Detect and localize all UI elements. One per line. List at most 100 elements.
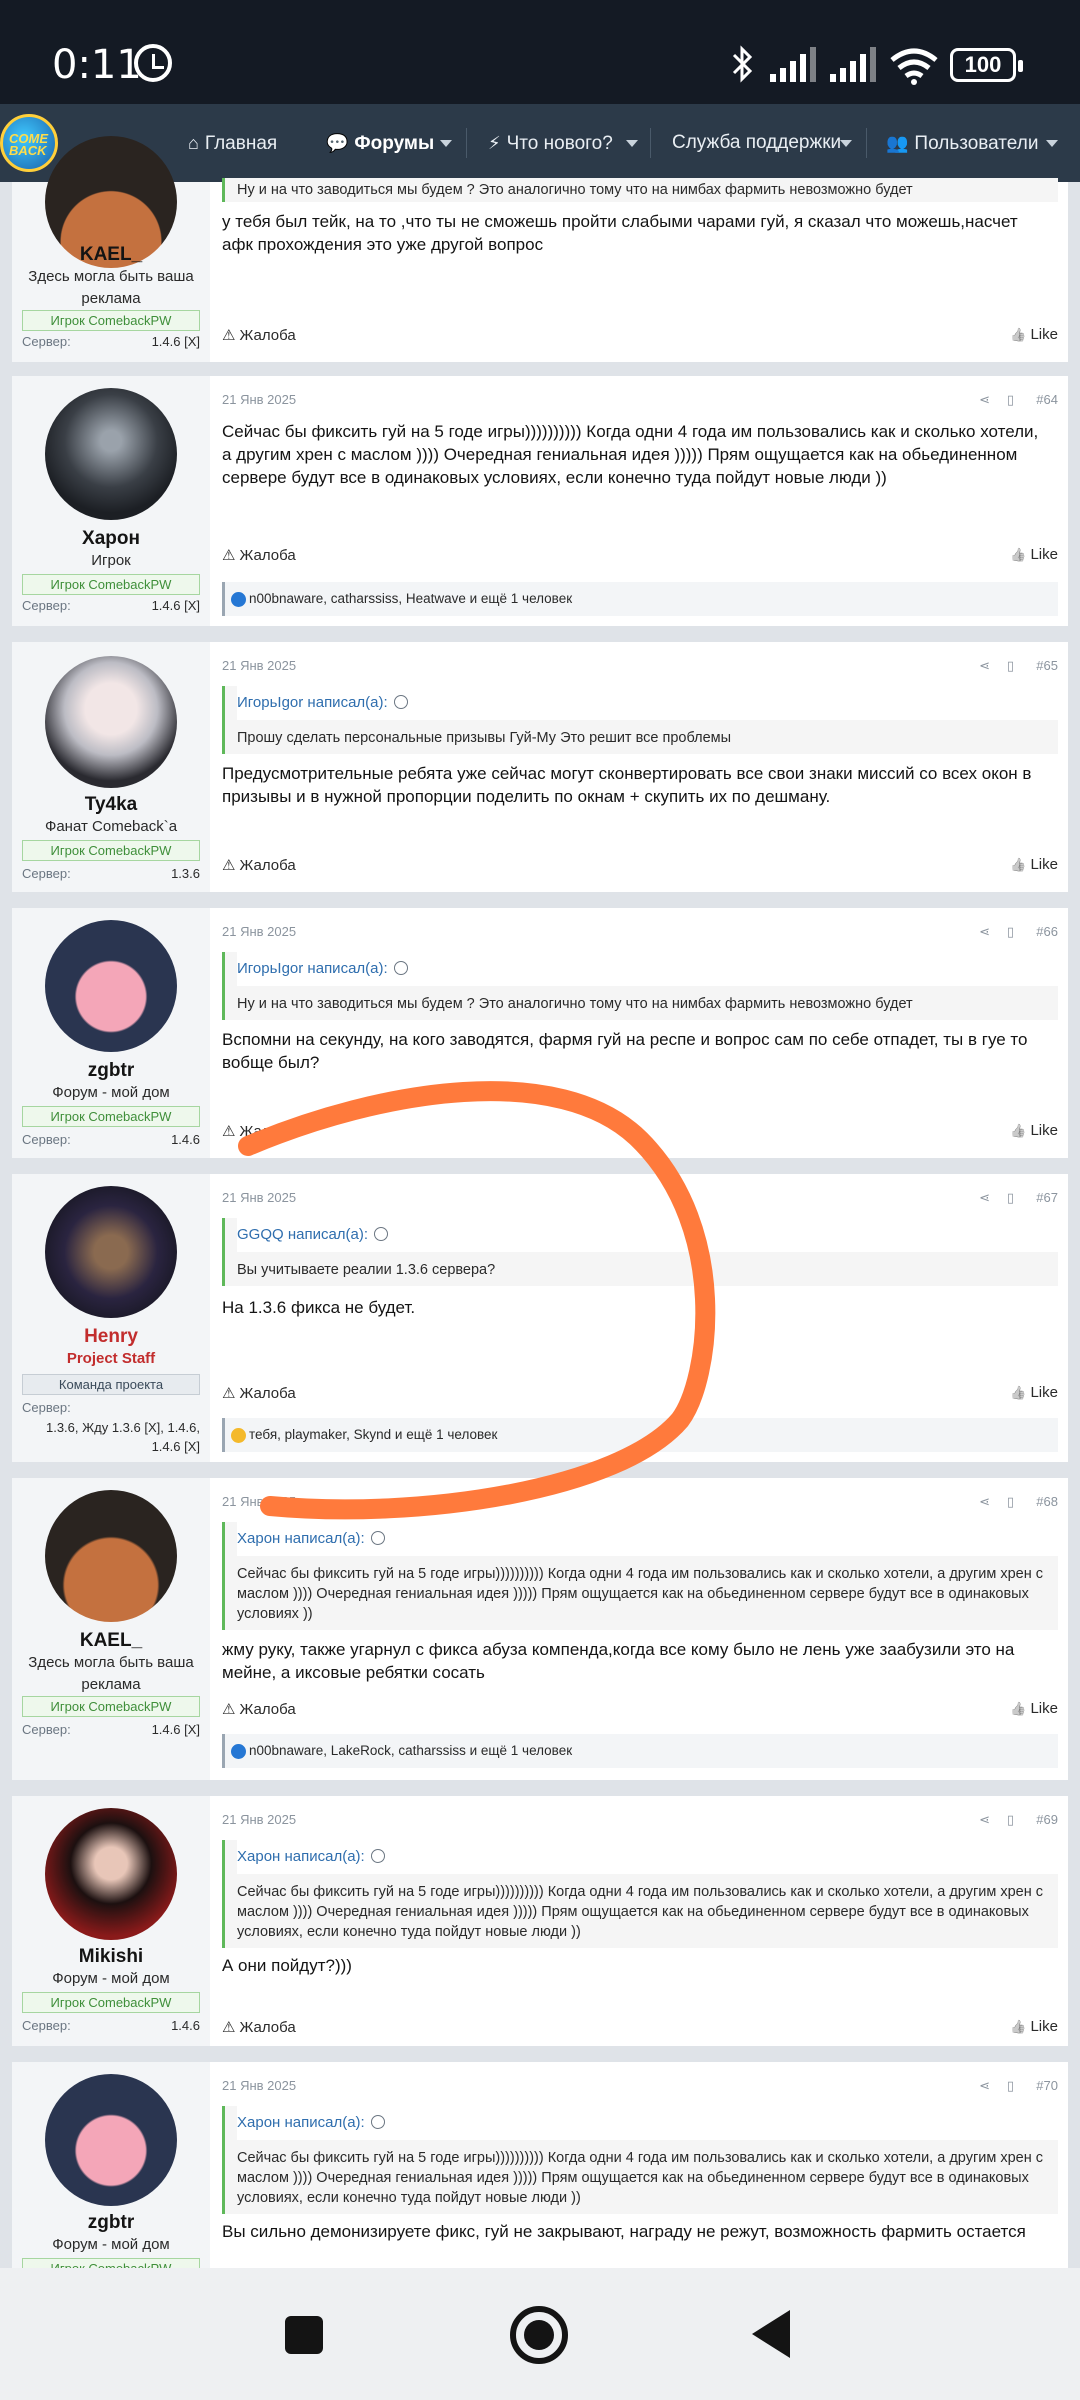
post-number[interactable]: #68 [1036,1494,1058,1509]
post-text: Вы сильно демонизируете фикс, гуй не зак… [222,2222,1026,2241]
reactions-bar[interactable]: n00bnaware, catharssiss, Heatwave и ещё … [222,582,1058,616]
post-date[interactable]: 21 Янв 2025 [222,392,296,407]
bookmark-icon[interactable]: ▯ [1007,1494,1014,1510]
quote-block: ИгорьIgor написал(а): Ну и на что заводи… [222,952,1058,1020]
post-meta: 21 Янв 2025 ⋖ ▯ #68 [222,1494,1058,1514]
share-icon[interactable]: ⋖ [979,924,990,940]
report-link[interactable]: Жалоба [222,326,295,344]
post-date[interactable]: 21 Янв 2025 [222,658,296,673]
post-number[interactable]: #69 [1036,1812,1058,1827]
nav-users[interactable]: 👥 Пользователи [886,104,1038,182]
username[interactable]: zgbtr [12,2212,210,2234]
bookmark-icon[interactable]: ▯ [1007,1812,1014,1828]
username[interactable]: Ty4ka [12,794,210,816]
avatar[interactable] [45,656,177,788]
share-icon[interactable]: ⋖ [979,1494,990,1510]
forum-post: zgbtr Форум - мой дом Игрок ComebackPW 2… [12,2062,1068,2268]
recents-button[interactable] [285,2316,323,2354]
post-actions: Жалоба Like [222,1122,1058,1144]
quote-author[interactable]: Харон написал(а): [237,1840,1058,1874]
bookmark-icon[interactable]: ▯ [1007,924,1014,940]
nav-whats-new[interactable]: ⚡ Что нового? [488,104,613,182]
bookmark-icon[interactable]: ▯ [1007,658,1014,674]
post-meta: 21 Янв 2025 ⋖ ▯ #69 [222,1812,1058,1832]
jump-to-quote-icon[interactable] [370,2115,385,2129]
chevron-down-icon[interactable] [440,140,452,147]
quote-author[interactable]: Харон написал(а): [237,2106,1058,2140]
post-date[interactable]: 21 Янв 2025 [222,1494,296,1509]
username[interactable]: Mikishi [12,1946,210,1968]
share-icon[interactable]: ⋖ [979,392,990,408]
forum-post: Харон Игрок Игрок ComebackPW Сервер: 1.4.… [12,376,1068,626]
avatar[interactable] [45,388,177,520]
reactions-bar[interactable]: тебя, playmaker, Skynd и ещё 1 человек [222,1418,1058,1452]
share-icon[interactable]: ⋖ [979,2078,990,2094]
post-number[interactable]: #64 [1036,392,1058,407]
username[interactable]: Henry [12,1326,210,1348]
user-title: Project Staff [66,1350,156,1367]
bookmark-icon[interactable]: ▯ [1007,2078,1014,2094]
reactions-bar[interactable]: n00bnaware, LakeRock, catharssiss и ещё … [222,1734,1058,1768]
like-button[interactable]: Like [1010,1700,1058,1717]
quote-block: GGQQ написал(а): Вы учитываете реалии 1.… [222,1218,1058,1286]
username[interactable]: KAEL_ [12,244,210,266]
like-button[interactable]: Like [1010,546,1058,563]
nav-divider [466,128,467,158]
back-button[interactable] [752,2310,790,2358]
nav-forums[interactable]: 💬 Форумы [326,104,434,182]
jump-to-quote-icon[interactable] [374,1227,389,1241]
post-date[interactable]: 21 Янв 2025 [222,1812,296,1827]
home-button[interactable] [510,2306,568,2364]
user-badge: Игрок ComebackPW [22,1696,200,1717]
report-link[interactable]: Жалоба [222,1122,295,1140]
quote-author[interactable]: ИгорьIgor написал(а): [237,686,1058,720]
jump-to-quote-icon[interactable] [393,695,408,709]
quote-author[interactable]: GGQQ написал(а): [237,1218,1058,1252]
clock: 0:11 [52,42,142,88]
report-link[interactable]: Жалоба [222,856,295,874]
like-button[interactable]: Like [1010,2018,1058,2035]
avatar[interactable] [45,1808,177,1940]
username[interactable]: zgbtr [12,1060,210,1082]
jump-to-quote-icon[interactable] [370,1849,385,1863]
nav-support[interactable]: Служба поддержки [672,104,841,182]
avatar[interactable] [45,920,177,1052]
share-icon[interactable]: ⋖ [979,658,990,674]
quote-author[interactable]: ИгорьIgor написал(а): [237,952,1058,986]
username[interactable]: Харон [12,528,210,550]
nav-home[interactable]: ⌂ Главная [188,104,277,182]
report-link[interactable]: Жалоба [222,1700,295,1718]
post-number[interactable]: #65 [1036,658,1058,673]
share-icon[interactable]: ⋖ [979,1812,990,1828]
post-number[interactable]: #70 [1036,2078,1058,2093]
report-link[interactable]: Жалоба [222,2018,295,2036]
share-icon[interactable]: ⋖ [979,1190,990,1206]
user-pane: Mikishi Форум - мой дом Игрок ComebackPW… [12,1796,210,2046]
avatar[interactable] [45,2074,177,2206]
post-date[interactable]: 21 Янв 2025 [222,924,296,939]
chevron-down-icon[interactable] [840,140,852,147]
post-number[interactable]: #66 [1036,924,1058,939]
post-number[interactable]: #67 [1036,1190,1058,1205]
avatar[interactable] [45,1490,177,1622]
report-link[interactable]: Жалоба [222,1384,295,1402]
report-link[interactable]: Жалоба [222,546,295,564]
like-button[interactable]: Like [1010,856,1058,873]
post-date[interactable]: 21 Янв 2025 [222,1190,296,1205]
like-button[interactable]: Like [1010,1122,1058,1139]
like-button[interactable]: Like [1010,326,1058,343]
post-text: Сейчас бы фиксить гуй на 5 годе игры))))… [222,422,1039,487]
avatar[interactable] [45,1186,177,1318]
post-date[interactable]: 21 Янв 2025 [222,2078,296,2093]
comeback-logo[interactable]: COME BACK [0,114,58,172]
quote-author[interactable]: Харон написал(а): [237,1522,1058,1556]
forum-post: KAEL_ Здесь могла быть ваша реклама Игро… [12,136,1068,362]
jump-to-quote-icon[interactable] [370,1531,385,1545]
username[interactable]: KAEL_ [12,1630,210,1652]
chevron-down-icon[interactable] [626,140,638,147]
chevron-down-icon[interactable] [1046,140,1058,147]
like-button[interactable]: Like [1010,1384,1058,1401]
bookmark-icon[interactable]: ▯ [1007,392,1014,408]
jump-to-quote-icon[interactable] [393,961,408,975]
bookmark-icon[interactable]: ▯ [1007,1190,1014,1206]
